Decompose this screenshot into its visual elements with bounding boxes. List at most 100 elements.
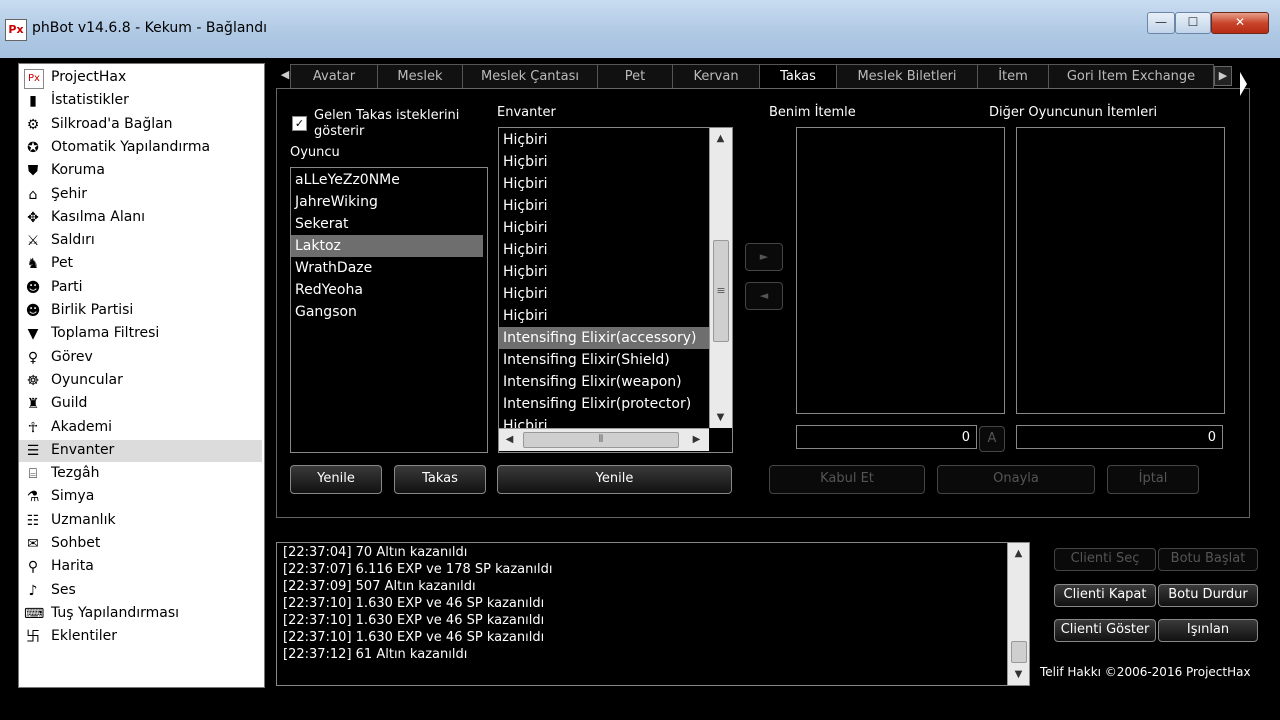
- tab-scroll-left-icon[interactable]: ◀: [280, 66, 290, 84]
- player-list-item[interactable]: Sekerat: [295, 213, 349, 235]
- log-scroll-down-icon[interactable]: ▼: [1010, 666, 1027, 683]
- sidebar-item[interactable]: 卐 Eklentiler: [19, 626, 262, 648]
- player-list-item[interactable]: WrathDaze: [295, 257, 372, 279]
- sidebar-item[interactable]: ♞ Pet: [19, 253, 262, 275]
- refresh-players-button[interactable]: Yenile: [290, 465, 382, 494]
- sidebar-item[interactable]: ☷ Uzmanlık: [19, 510, 262, 532]
- log-box[interactable]: [22:37:12] 61 Altın kazanıldı [22:37:10] …: [276, 542, 1030, 686]
- inventory-list-item[interactable]: Hiçbiri: [503, 151, 548, 173]
- scroll-down-icon[interactable]: ▼: [712, 409, 729, 426]
- sidebar-item[interactable]: ▮ İstatistikler: [19, 90, 262, 112]
- sidebar-item[interactable]: ⚗ Simya: [19, 486, 262, 508]
- sidebar-item[interactable]: ▼ Toplama Filtresi: [19, 323, 262, 345]
- sidebar-item[interactable]: ♜ Guild: [19, 393, 262, 415]
- sidebar-item[interactable]: ⌂ Şehir: [19, 184, 262, 206]
- inventory-vertical-scrollbar[interactable]: ▲ ≡ ▼: [709, 128, 732, 428]
- minimize-button[interactable]: —: [1147, 12, 1175, 34]
- inventory-list-item[interactable]: Hiçbiri: [503, 173, 548, 195]
- start-bot-button[interactable]: Botu Başlat: [1158, 548, 1258, 571]
- scroll-up-icon[interactable]: ▲: [712, 130, 729, 147]
- player-list-item[interactable]: Laktoz: [291, 235, 483, 257]
- sidebar-item[interactable]: ⚙ Silkroad'a Bağlan: [19, 114, 262, 136]
- player-list-item[interactable]: aLLeYeZz0NMe: [295, 169, 400, 191]
- inventory-list-item[interactable]: Intensifing Elixir(protector): [503, 393, 691, 415]
- map-pin-icon: ⚲: [27, 559, 39, 576]
- log-line: [22:37:10] 1.630 EXP ve 46 SP kazanıldı: [283, 613, 545, 628]
- tab-meslek[interactable]: Meslek: [377, 64, 463, 89]
- close-client-button[interactable]: Clienti Kapat: [1054, 584, 1156, 607]
- close-button[interactable]: ✕: [1211, 12, 1269, 34]
- sidebar-item[interactable]: ✉ Sohbet: [19, 533, 262, 555]
- other-items-list[interactable]: [1016, 127, 1225, 414]
- cancel-trade-button[interactable]: İptal: [1107, 465, 1199, 494]
- tab-gori-item-exchange[interactable]: Gori Item Exchange: [1048, 64, 1214, 89]
- log-scroll-thumb[interactable]: [1011, 641, 1027, 663]
- sidebar-item[interactable]: ⌸ Tezgâh: [19, 463, 262, 485]
- sidebar-item[interactable]: ♀ Görev: [19, 347, 262, 369]
- maximize-button[interactable]: ☐: [1175, 12, 1211, 34]
- sidebar-item[interactable]: ⛊ Koruma: [19, 160, 262, 182]
- sidebar-item[interactable]: ⚲ Harita: [19, 556, 262, 578]
- show-client-button[interactable]: Clienti Göster: [1054, 619, 1156, 642]
- player-list-item[interactable]: RedYeoha: [295, 279, 363, 301]
- sidebar-item[interactable]: ✥ Kasılma Alanı: [19, 207, 262, 229]
- scroll-left-icon[interactable]: ◀: [501, 431, 518, 448]
- inventory-list-item[interactable]: Hiçbiri: [503, 239, 548, 261]
- player-list-item[interactable]: JahreWiking: [295, 191, 378, 213]
- sidebar-item[interactable]: ♪ Ses: [19, 580, 262, 602]
- inventory-list-item[interactable]: Hiçbiri: [503, 305, 548, 327]
- plugins-icon: 卐: [26, 629, 40, 646]
- player-list-item[interactable]: Gangson: [295, 301, 357, 323]
- inventory-horizontal-scrollbar[interactable]: ◀ ⦀ ▶: [499, 428, 709, 451]
- inventory-list-item[interactable]: Intensifing Elixir(weapon): [503, 371, 682, 393]
- confirm-trade-button[interactable]: Onayla: [937, 465, 1095, 494]
- remove-item-button[interactable]: ◄: [745, 282, 783, 310]
- inventory-list-item[interactable]: Hiçbiri: [503, 283, 548, 305]
- inventory-list-item[interactable]: Intensifing Elixir(Shield): [503, 349, 670, 371]
- accept-requests-checkbox[interactable]: ✓: [292, 116, 307, 131]
- inventory-list-item[interactable]: Hiçbiri: [503, 261, 548, 283]
- tab-kervan[interactable]: Kervan: [672, 64, 760, 89]
- my-items-list[interactable]: [796, 127, 1005, 414]
- select-client-button[interactable]: Clienti Seç: [1054, 548, 1156, 571]
- my-gold-field[interactable]: 0: [796, 425, 977, 449]
- sidebar-item[interactable]: ☸ Oyuncular: [19, 370, 262, 392]
- sidebar-item[interactable]: Px ProjectHax: [19, 67, 262, 89]
- stop-bot-button[interactable]: Botu Durdur: [1158, 584, 1258, 607]
- sidebar-item[interactable]: ✪ Otomatik Yapılandırma: [19, 137, 262, 159]
- add-item-button[interactable]: ►: [745, 243, 783, 271]
- scroll-right-icon[interactable]: ▶: [688, 431, 705, 448]
- log-scroll-up-icon[interactable]: ▲: [1010, 545, 1027, 562]
- tab-avatar[interactable]: Avatar: [290, 64, 378, 89]
- accept-trade-button[interactable]: Kabul Et: [769, 465, 925, 494]
- tab-scroll-right-button[interactable]: ▶: [1214, 66, 1232, 86]
- sidebar-item[interactable]: ☥ Akademi: [19, 417, 262, 439]
- inventory-list-item[interactable]: Hiçbiri: [503, 129, 548, 151]
- sidebar-item[interactable]: ☻ Parti: [19, 277, 262, 299]
- log-scrollbar[interactable]: ▲ ▼: [1007, 543, 1029, 685]
- sidebar-item-label: Uzmanlık: [51, 511, 116, 528]
- tab-meslek-cantasi[interactable]: Meslek Çantası: [462, 64, 598, 89]
- inventory-list-item[interactable]: Hiçbiri: [503, 195, 548, 217]
- vertical-scroll-thumb[interactable]: ≡: [713, 240, 729, 342]
- sidebar-item[interactable]: ☻ Birlik Partisi: [19, 300, 262, 322]
- teleport-button[interactable]: Işınlan: [1158, 619, 1258, 642]
- title-bar[interactable]: Px phBot v14.6.8 - Kekum - Bağlandı — ☐ …: [0, 0, 1280, 58]
- sidebar-item[interactable]: ☰ Envanter: [19, 439, 262, 462]
- sidebar-item[interactable]: ⚔ Saldırı: [19, 230, 262, 252]
- trade-request-button[interactable]: Takas: [394, 465, 486, 494]
- inventory-list-item[interactable]: Hiçbiri: [503, 217, 548, 239]
- pet-icon: ♞: [26, 256, 40, 273]
- horizontal-scroll-thumb[interactable]: ⦀: [523, 432, 679, 448]
- tab-meslek-biletleri[interactable]: Meslek Biletleri: [836, 64, 978, 89]
- log-line: [22:37:12] 61 Altın kazanıldı: [283, 647, 468, 662]
- gold-add-button[interactable]: A: [979, 426, 1005, 452]
- inventory-list-item[interactable]: Intensifing Elixir(accessory): [499, 327, 709, 349]
- player-list[interactable]: aLLeYeZz0NMe JahreWiking Sekerat Laktoz Wrat…: [290, 167, 488, 453]
- tab-item[interactable]: İtem: [977, 64, 1049, 89]
- inventory-list[interactable]: Hiçbiri Intensifing Elixir(protector) Inte…: [498, 127, 733, 453]
- tab-takas[interactable]: Takas: [759, 64, 837, 90]
- tab-pet[interactable]: Pet: [597, 64, 673, 89]
- refresh-inventory-button[interactable]: Yenile: [497, 465, 732, 494]
- sidebar-item[interactable]: ⌨ Tuş Yapılandırması: [19, 603, 262, 625]
